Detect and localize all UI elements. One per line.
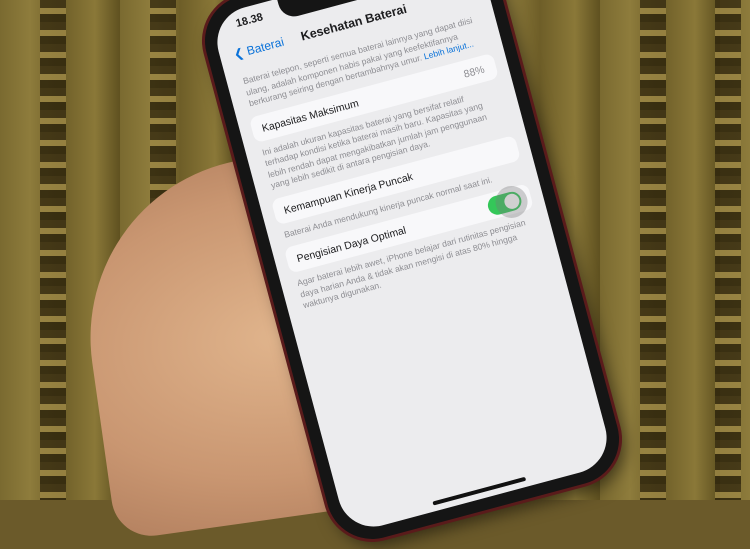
max-capacity-value: 88%: [462, 63, 486, 81]
home-indicator[interactable]: [432, 476, 527, 506]
iphone-device: 18.38 ▮▮▮ ≋ ▭ ❮ Baterai Kesehatan Batera…: [194, 0, 630, 549]
optimized-charging-toggle[interactable]: [485, 182, 532, 222]
settings-content: Baterai telepon, seperti semua baterai l…: [238, 12, 546, 319]
status-time: 18.38: [234, 11, 265, 30]
phone-screen: 18.38 ▮▮▮ ≋ ▭ ❮ Baterai Kesehatan Batera…: [209, 0, 615, 535]
